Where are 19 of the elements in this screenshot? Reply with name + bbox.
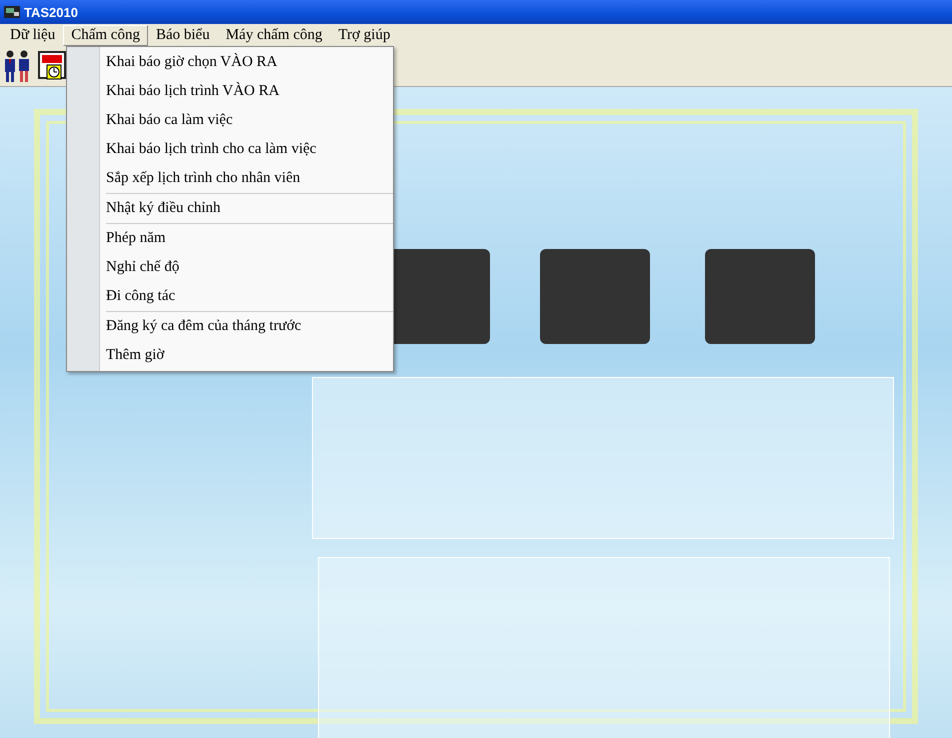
menu-item[interactable]: Nhật ký điều chỉnh: [100, 194, 393, 223]
menu-item[interactable]: Nghỉ chế độ: [100, 253, 393, 282]
menu-item[interactable]: Khai báo giờ chọn VÀO RA: [100, 48, 393, 77]
window-title: TAS2010: [24, 4, 78, 20]
menu-item[interactable]: Đi công tác: [100, 282, 393, 311]
menu-item[interactable]: Báo biểu: [148, 24, 218, 46]
menu-item[interactable]: Máy chấm công: [218, 24, 330, 46]
app-icon: [4, 6, 20, 18]
menu-item[interactable]: Trợ giúp: [330, 24, 398, 46]
menu-item[interactable]: Đăng ký ca đêm của tháng trước: [100, 312, 393, 341]
menu-item[interactable]: Dữ liệu: [2, 24, 64, 46]
people-icon[interactable]: [2, 49, 32, 83]
menu-item[interactable]: Khai báo ca làm việc: [100, 106, 393, 135]
menu-item[interactable]: Thêm giờ: [100, 341, 393, 370]
menu-item[interactable]: Khai báo lịch trình cho ca làm việc: [100, 135, 393, 164]
menu-item[interactable]: Phép năm: [100, 224, 393, 253]
menu-item[interactable]: Sắp xếp lịch trình cho nhân viên: [100, 164, 393, 193]
menu-item[interactable]: Chấm công: [63, 24, 148, 46]
menu-item[interactable]: Khai báo lịch trình VÀO RA: [100, 77, 393, 106]
